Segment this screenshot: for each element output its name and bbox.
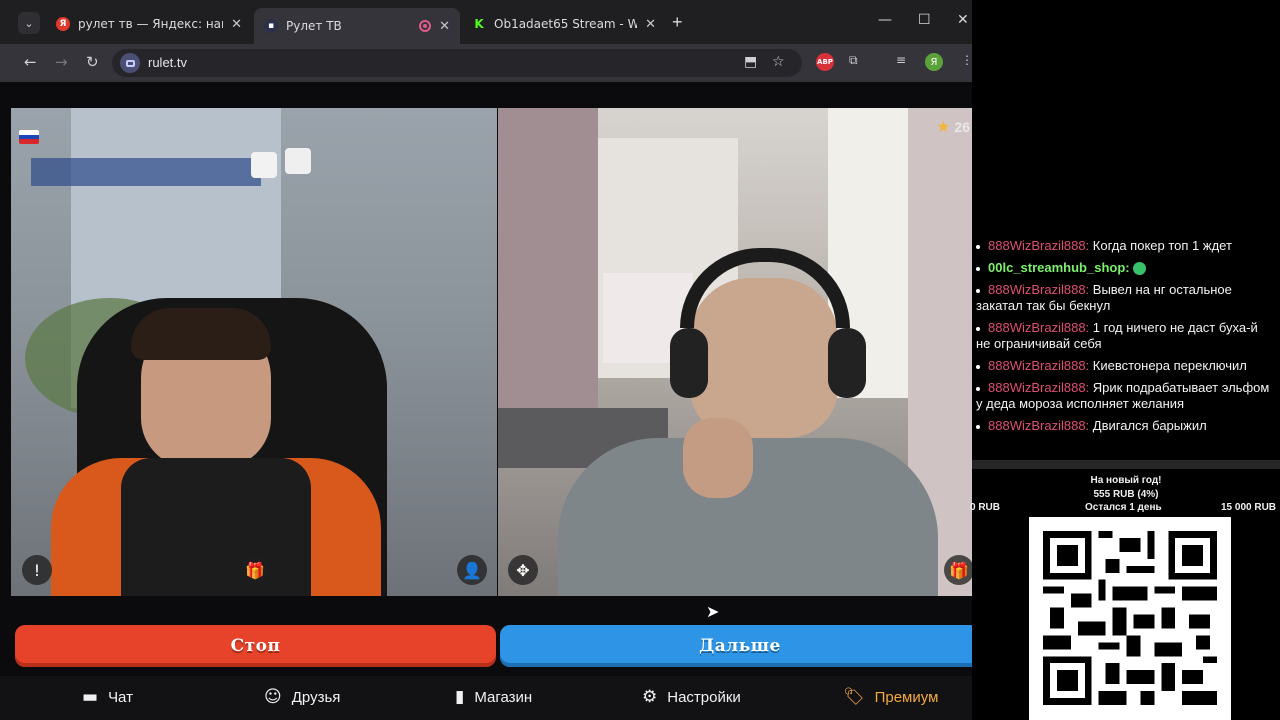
tab-strip: ⌄ Я рулет тв — Яндекс: нашлось 7 ✕ ▪ Рул… — [0, 0, 972, 44]
profile-avatar[interactable]: Я — [925, 53, 943, 71]
gift-icon[interactable]: 🎁 — [240, 555, 270, 585]
next-button[interactable]: Дальше — [500, 625, 972, 667]
extensions-icon[interactable]: ⧉ — [849, 53, 858, 68]
dice — [251, 152, 277, 178]
donation-goal: На новый год! 555 RUB (4%) — [972, 474, 1280, 502]
goal-remaining: Остался 1 день — [1085, 502, 1162, 513]
rulet-icon: ▪ — [264, 19, 278, 33]
dice — [285, 148, 311, 174]
forward-icon[interactable]: → — [55, 53, 68, 71]
back-icon[interactable]: ← — [24, 53, 37, 71]
browser-window: ⌄ Я рулет тв — Яндекс: нашлось 7 ✕ ▪ Рул… — [0, 0, 972, 720]
russia-flag — [19, 130, 39, 144]
gift-icon[interactable]: 🎁 — [944, 555, 972, 585]
close-tab-icon[interactable]: ✕ — [439, 19, 450, 34]
emote-icon — [1133, 262, 1147, 276]
headphone-cup — [828, 328, 866, 398]
stream-overlay: 888WizBrazil888: Когда покер топ 1 ждет … — [970, 0, 1280, 720]
goal-progress: 555 RUB (4%) — [1093, 489, 1159, 500]
person-hair — [131, 308, 271, 360]
media-control-icon[interactable]: ≡ — [896, 53, 906, 67]
partner-video: ! 🎁 👤 — [11, 108, 497, 596]
minimize-icon[interactable]: — — [878, 12, 892, 28]
tab-kick[interactable]: K Ob1adaet65 Stream - Watch Li ✕ — [462, 8, 666, 40]
chat-message: 888WizBrazil888: 1 год ничего не даст бу… — [976, 320, 1258, 351]
chat-icon: ▬ — [82, 687, 99, 707]
wall — [498, 108, 598, 408]
goal-target: 15 000 RUB — [1221, 502, 1277, 513]
tab-rulet[interactable]: ▪ Рулет ТВ ✕ — [254, 8, 460, 44]
report-icon[interactable]: ! — [22, 555, 52, 585]
close-tab-icon[interactable]: ✕ — [645, 17, 656, 32]
qr-code-image — [1043, 531, 1217, 705]
chat-message: 888WizBrazil888: Киевстонера переключил — [972, 358, 1280, 374]
url-text: rulet.tv — [148, 55, 188, 70]
bookmark-star-icon[interactable]: ☆ — [772, 54, 785, 70]
chat-message: 888WizBrazil888: Двигался барыжил — [972, 418, 1280, 434]
tag-icon: 🏷 — [843, 687, 865, 707]
rulet-page: ! 🎁 👤 ★ 26 ✥ 🎁 ➤ Стоп Дальше ▬ Чат ☺ Дру… — [0, 82, 972, 720]
chat-message: 00lc_streamhub_shop: — [972, 260, 1280, 276]
nav-premium[interactable]: 🏷 Премиум — [843, 687, 938, 707]
close-window-icon[interactable]: ✕ — [957, 12, 969, 28]
profile-icon[interactable]: 👤 — [457, 555, 487, 585]
qr-code — [1029, 517, 1231, 720]
friends-icon: ☺ — [264, 687, 282, 707]
mouse-cursor-icon: ➤ — [706, 602, 720, 621]
close-tab-icon[interactable]: ✕ — [231, 17, 242, 32]
headphone-cup — [670, 328, 708, 398]
nav-friends[interactable]: ☺ Друзья — [264, 687, 340, 707]
game-icon[interactable]: ✥ — [508, 555, 538, 585]
yandex-icon: Я — [56, 17, 70, 31]
score-value: 26 — [954, 118, 970, 135]
chat-message: 888WizBrazil888: Вывел на нг остальное з… — [976, 282, 1232, 313]
reload-icon[interactable]: ↻ — [86, 53, 99, 71]
site-info-icon[interactable] — [120, 53, 140, 73]
tab-yandex[interactable]: Я рулет тв — Яндекс: нашлось 7 ✕ — [46, 8, 252, 40]
star-icon: ★ — [936, 117, 951, 136]
new-tab-icon[interactable]: + — [672, 12, 683, 33]
menu-icon[interactable]: ⋮ — [961, 53, 972, 67]
nav-chat[interactable]: ▬ Чат — [82, 687, 133, 707]
person-hand — [683, 418, 753, 498]
self-video: ★ 26 ✥ 🎁 — [498, 108, 972, 596]
chat-feed: 888WizBrazil888: Когда покер топ 1 ждет … — [972, 238, 1280, 440]
goal-min: 0 RUB — [970, 502, 1001, 513]
stop-button[interactable]: Стоп — [15, 625, 496, 667]
kick-icon: K — [472, 17, 486, 31]
address-bar[interactable]: rulet.tv ⬒ ☆ — [112, 49, 802, 77]
install-app-icon[interactable]: ⬒ — [744, 54, 757, 70]
nav-shop[interactable]: ▮ Магазин — [455, 687, 532, 707]
chat-message: 888WizBrazil888: Ярик подрабатывает эльф… — [976, 380, 1270, 411]
adblock-icon[interactable]: ABP — [816, 53, 834, 71]
browser-toolbar: ← → ↻ rulet.tv ⬒ ☆ ABP ⧉ ≡ Я ⋮ — [0, 44, 972, 82]
gear-icon: ⚙ — [642, 687, 658, 707]
recording-icon — [419, 20, 432, 32]
flag-stripe — [31, 158, 261, 186]
shop-icon: ▮ — [455, 687, 465, 707]
tab-search-icon[interactable]: ⌄ — [18, 12, 40, 34]
score-badge: ★ 26 — [936, 117, 970, 136]
goal-title: На новый год! — [1090, 475, 1162, 486]
person-vest — [121, 458, 311, 596]
goal-progress-bar — [972, 460, 1280, 469]
bottom-nav: ▬ Чат ☺ Друзья ▮ Магазин ⚙ Настройки 🏷 П… — [0, 676, 972, 720]
nav-settings[interactable]: ⚙ Настройки — [642, 687, 741, 707]
maximize-icon[interactable]: ☐ — [918, 12, 931, 28]
chat-message: 888WizBrazil888: Когда покер топ 1 ждет — [972, 238, 1280, 254]
